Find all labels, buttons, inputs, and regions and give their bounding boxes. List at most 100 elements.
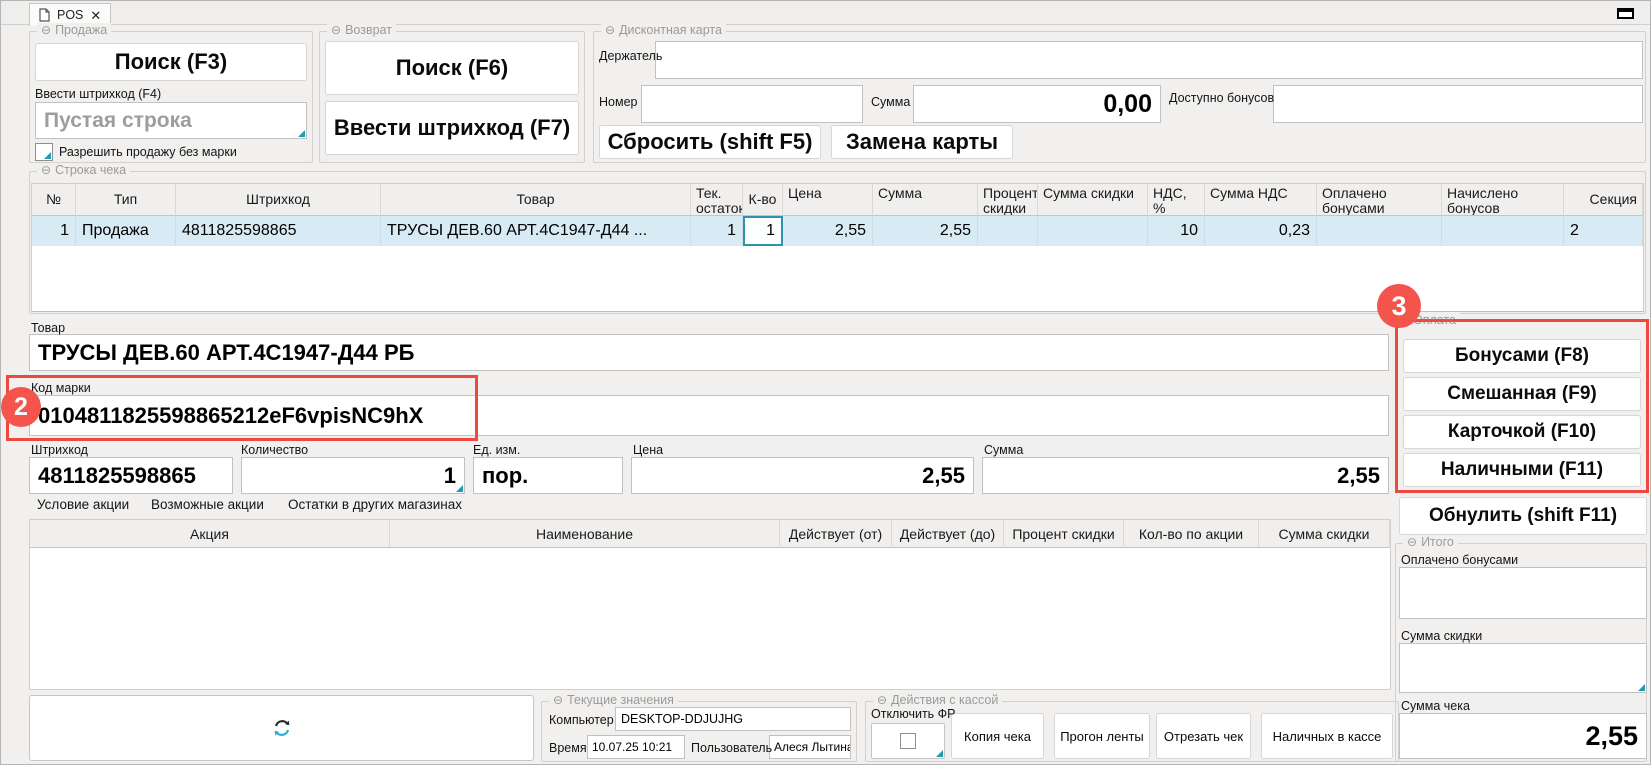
mark-code-input[interactable]: 0104811825598865212eF6vpisNC9hX [29,395,1389,436]
cell-accrued-bonus[interactable] [1442,216,1564,246]
cash-in-register-button[interactable]: Наличных в кассе [1261,713,1393,759]
col-header[interactable]: Сумма скидки [1259,520,1390,548]
col-header[interactable]: Тип [76,184,176,216]
pay-reset-button[interactable]: Обнулить (shift F11) [1399,497,1647,535]
cell-sum[interactable]: 2,55 [873,216,978,246]
refund-barcode-button[interactable]: Ввести штрихкод (F7) [325,101,579,155]
receipt-copy-button[interactable]: Копия чека [951,713,1044,759]
line-sum-input[interactable]: 2,55 [982,457,1389,494]
col-header[interactable]: Процент скидки [1004,520,1124,548]
cell-price[interactable]: 2,55 [783,216,873,246]
cell-type[interactable]: Продажа [76,216,176,246]
document-icon [39,8,50,22]
tab-possible-promos[interactable]: Возможные акции [151,497,264,519]
tab-other-stores-stock[interactable]: Остатки в других магазинах [288,497,462,519]
quantity-value: 1 [444,463,456,489]
holder-label: Держатель [599,49,662,63]
resize-corner-icon [44,152,51,159]
available-bonus-input[interactable] [1273,85,1643,123]
pay-mixed-button[interactable]: Смешанная (F9) [1403,377,1641,411]
card-number-input[interactable] [641,85,863,123]
refresh-icon[interactable] [271,717,293,739]
col-header[interactable]: Сумма скидки [1038,184,1148,216]
collapse-icon[interactable]: ⊖ [1407,535,1417,549]
pay-card-button[interactable]: Карточкой (F10) [1403,415,1641,449]
col-header[interactable]: Начислено бонусов [1442,184,1564,216]
cell-stock[interactable]: 1 [691,216,743,246]
restore-icon[interactable] [1617,8,1634,19]
sale-barcode-input[interactable]: Пустая строка [35,102,307,139]
col-header[interactable]: Секция [1564,184,1643,216]
col-header[interactable]: Кол-во по акции [1124,520,1259,548]
card-replace-button[interactable]: Замена карты [831,125,1013,159]
refresh-panel[interactable] [29,695,534,761]
col-header[interactable]: Сумма [873,184,978,216]
col-header[interactable]: Оплачено бонусами [1317,184,1442,216]
allow-no-mark-checkbox[interactable] [35,143,53,161]
cut-receipt-button[interactable]: Отрезать чек [1156,713,1251,759]
cell-discount-pct[interactable] [978,216,1038,246]
resize-corner-icon [298,130,305,137]
col-header[interactable]: Наименование [390,520,780,548]
product-input[interactable]: ТРУСЫ ДЕВ.60 АРТ.4С1947-Д44 РБ [29,334,1389,371]
col-header[interactable]: К-во [743,184,783,216]
card-amount-value: 0,00 [1103,90,1152,119]
col-header[interactable]: Процент скидки [978,184,1038,216]
close-icon[interactable]: ✕ [90,9,101,22]
barcode-input[interactable]: 4811825598865 [29,457,233,494]
collapse-icon[interactable]: ⊖ [605,23,615,37]
col-header[interactable]: № [32,184,76,216]
card-number-label: Номер [599,95,637,109]
col-header[interactable]: Акция [30,520,390,548]
cell-barcode[interactable]: 4811825598865 [176,216,381,246]
col-header[interactable]: Цена [783,184,873,216]
card-amount-input[interactable]: 0,00 [913,85,1161,123]
tape-feed-button[interactable]: Прогон ленты [1054,713,1150,759]
available-bonus-label: Доступно бонусов [1169,91,1274,105]
col-header[interactable]: Действует (от) [780,520,892,548]
receipt-table-row[interactable]: 1 Продажа 4811825598865 ТРУСЫ ДЕВ.60 АРТ… [32,216,1643,246]
col-header[interactable]: Товар [381,184,691,216]
tab-promo-conditions[interactable]: Условие акции [37,497,129,519]
cell-vat-pct[interactable]: 10 [1148,216,1205,246]
total-bonus-input[interactable] [1399,567,1647,619]
collapse-icon[interactable]: ⊖ [877,693,887,707]
line-sum-value: 2,55 [1337,463,1380,489]
collapse-icon[interactable]: ⊖ [41,163,51,177]
card-reset-button[interactable]: Сбросить (shift F5) [599,125,821,159]
time-input[interactable]: 10.07.25 10:21 [587,735,685,759]
disable-fr-checkbox[interactable] [900,733,916,749]
computer-label: Компьютер [549,713,614,727]
col-header[interactable]: Штрихкод [176,184,381,216]
quantity-input[interactable]: 1 [241,457,465,494]
sale-search-button[interactable]: Поиск (F3) [35,43,307,81]
cell-section[interactable]: 2 [1564,216,1643,246]
line-sum-label: Сумма [984,443,1023,457]
cell-vat-sum[interactable]: 0,23 [1205,216,1317,246]
total-discount-input[interactable] [1399,643,1647,693]
sale-barcode-placeholder: Пустая строка [44,109,192,133]
cell-number[interactable]: 1 [32,216,76,246]
col-header[interactable]: Тек. остаток [691,184,743,216]
computer-input[interactable]: DESKTOP-DDJUJHG [615,707,851,731]
cell-quantity[interactable]: 1 [743,216,783,246]
col-header[interactable]: Действует (до) [892,520,1004,548]
pay-cash-button[interactable]: Наличными (F11) [1403,453,1641,487]
col-header[interactable]: Сумма НДС [1205,184,1317,216]
holder-input[interactable] [655,41,1643,79]
cell-product[interactable]: ТРУСЫ ДЕВ.60 АРТ.4С1947-Д44 ... [381,216,691,246]
user-input[interactable]: Алеся Лытина [769,735,851,759]
cell-discount-sum[interactable] [1038,216,1148,246]
tab-pos-label: POS [57,8,83,22]
unit-input[interactable]: пор. [473,457,623,494]
collapse-icon[interactable]: ⊖ [41,23,51,37]
user-label: Пользователь [691,741,772,755]
collapse-icon[interactable]: ⊖ [553,693,563,707]
pay-bonus-button[interactable]: Бонусами (F8) [1403,339,1641,373]
col-header[interactable]: НДС, % [1148,184,1205,216]
receipt-sum-input[interactable]: 2,55 [1399,713,1647,759]
price-input[interactable]: 2,55 [631,457,974,494]
refund-search-button[interactable]: Поиск (F6) [325,41,579,95]
collapse-icon[interactable]: ⊖ [331,23,341,37]
cell-paid-bonus[interactable] [1317,216,1442,246]
